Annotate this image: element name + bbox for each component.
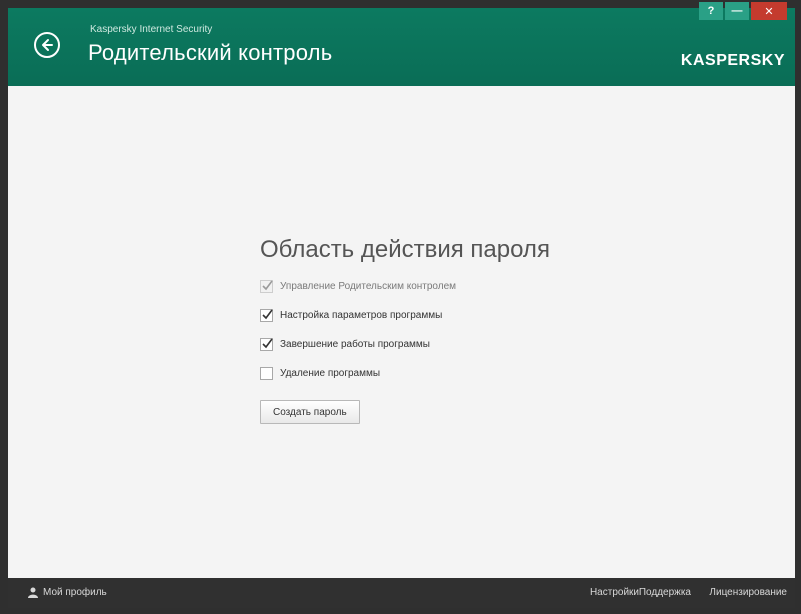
option-label: Управление Родительским контролем (280, 280, 457, 292)
arrow-left-icon (42, 39, 53, 51)
checkbox-program-removal[interactable] (260, 366, 273, 380)
checkbox-program-settings[interactable] (260, 308, 273, 322)
settings-link[interactable]: Настройки (590, 587, 639, 598)
my-profile-label: Мой профиль (43, 587, 107, 598)
close-button[interactable]: ✕ (751, 2, 787, 20)
option-program-settings[interactable]: Настройка параметров программы (260, 305, 600, 325)
header-bar: Kaspersky Internet Security Родительский… (8, 2, 795, 86)
kaspersky-logo: KASPERSKY (680, 52, 785, 69)
my-profile-link[interactable]: Мой профиль (28, 587, 107, 598)
checkbox-program-exit[interactable] (260, 337, 273, 351)
checkmark-icon (262, 309, 273, 319)
support-link[interactable]: Поддержка (639, 587, 691, 598)
option-label: Удаление программы (280, 367, 381, 379)
licensing-link[interactable]: Лицензирование (709, 587, 787, 598)
back-button[interactable] (34, 32, 60, 58)
app-window: Kaspersky Internet Security Родительский… (0, 0, 801, 614)
footer-bar: Мой профиль Настройки Поддержка Лицензир… (8, 578, 795, 608)
option-program-exit[interactable]: Завершение работы программы (260, 334, 600, 354)
main-content: Область действия пароля Управление Родит… (8, 86, 795, 578)
password-scope-panel: Область действия пароля Управление Родит… (260, 236, 600, 424)
section-title: Область действия пароля (260, 236, 550, 263)
app-name: Kaspersky Internet Security (90, 24, 213, 35)
window-controls: ? — ✕ (699, 2, 787, 20)
minimize-button[interactable]: — (725, 2, 749, 20)
user-icon (28, 587, 38, 598)
create-password-button[interactable]: Создать пароль (260, 400, 360, 424)
checkmark-icon (262, 280, 273, 290)
page-title: Родительский контроль (88, 40, 333, 65)
checkmark-icon (262, 338, 273, 348)
checkbox-parental-control (260, 279, 273, 293)
help-button[interactable]: ? (699, 2, 723, 20)
option-program-removal[interactable]: Удаление программы (260, 363, 600, 383)
option-label: Настройка параметров программы (280, 309, 443, 321)
option-parental-control: Управление Родительским контролем (260, 276, 600, 296)
option-label: Завершение работы программы (280, 338, 430, 350)
